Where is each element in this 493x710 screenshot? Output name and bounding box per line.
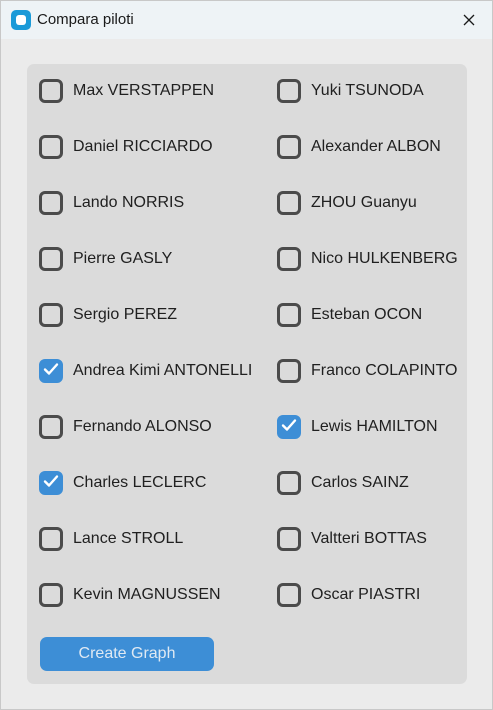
driver-checkbox[interactable] (39, 191, 63, 215)
driver-option[interactable]: Franco COLAPINTO (277, 356, 457, 386)
driver-checkbox[interactable] (277, 135, 301, 159)
driver-checkbox[interactable] (39, 79, 63, 103)
driver-label: ZHOU Guanyu (311, 194, 417, 211)
driver-label: Valtteri BOTTAS (311, 530, 427, 547)
driver-checkbox[interactable] (277, 303, 301, 327)
driver-label: Max VERSTAPPEN (73, 82, 215, 99)
checkmark-icon (43, 474, 59, 493)
driver-option[interactable]: Charles LECLERC (39, 468, 206, 498)
driver-checkbox[interactable] (39, 135, 63, 159)
driver-option[interactable]: Yuki TSUNODA (277, 76, 424, 106)
driver-checkbox[interactable] (39, 583, 63, 607)
driver-option[interactable]: Fernando ALONSO (39, 412, 212, 442)
driver-selection-panel: Max VERSTAPPEN Daniel RICCIARDO Lando NORR… (27, 64, 467, 684)
driver-checkbox[interactable] (39, 359, 63, 383)
driver-label: Alexander ALBON (311, 138, 441, 155)
driver-label: Carlos SAINZ (311, 474, 409, 491)
title-bar[interactable]: Compara piloti (1, 1, 492, 39)
driver-checkbox[interactable] (39, 247, 63, 271)
driver-option[interactable]: Alexander ALBON (277, 132, 441, 162)
app-icon (11, 10, 31, 30)
driver-option[interactable]: Kevin MAGNUSSEN (39, 580, 221, 610)
driver-label: Lando NORRIS (73, 194, 185, 211)
checkmark-icon (281, 418, 297, 437)
close-icon (463, 14, 475, 26)
driver-option[interactable]: Lewis HAMILTON (277, 412, 438, 442)
driver-option[interactable]: Valtteri BOTTAS (277, 524, 427, 554)
driver-label: Pierre GASLY (73, 250, 173, 267)
driver-label: Yuki TSUNODA (311, 82, 424, 99)
driver-label: Fernando ALONSO (73, 418, 212, 435)
driver-label: Nico HULKENBERG (311, 250, 458, 267)
driver-option[interactable]: Lance STROLL (39, 524, 183, 554)
driver-label: Daniel RICCIARDO (73, 138, 213, 155)
driver-label: Andrea Kimi ANTONELLI (73, 362, 253, 379)
driver-option[interactable]: Pierre GASLY (39, 244, 172, 274)
checkmark-icon (43, 362, 59, 381)
driver-label: Franco COLAPINTO (311, 362, 458, 379)
driver-checkbox[interactable] (39, 471, 63, 495)
driver-checkbox[interactable] (277, 527, 301, 551)
driver-option[interactable]: Max VERSTAPPEN (39, 76, 214, 106)
driver-option[interactable]: Oscar PIASTRI (277, 580, 420, 610)
driver-label: Sergio PEREZ (73, 306, 178, 323)
driver-checkbox[interactable] (277, 415, 301, 439)
driver-label: Lance STROLL (73, 530, 184, 547)
driver-checkbox[interactable] (277, 247, 301, 271)
driver-checkbox[interactable] (277, 79, 301, 103)
driver-option[interactable]: Carlos SAINZ (277, 468, 409, 498)
driver-option[interactable]: Andrea Kimi ANTONELLI (39, 356, 252, 386)
app-window: Compara piloti Max VERSTAPPEN Daniel RICC… (0, 0, 493, 710)
driver-checkbox[interactable] (39, 527, 63, 551)
driver-option[interactable]: Daniel RICCIARDO (39, 132, 213, 162)
driver-label: Oscar PIASTRI (311, 586, 421, 603)
driver-checkbox[interactable] (39, 415, 63, 439)
close-button[interactable] (446, 1, 492, 39)
driver-option[interactable]: Nico HULKENBERG (277, 244, 458, 274)
create-graph-button[interactable]: Create Graph (40, 637, 214, 671)
driver-checkbox[interactable] (277, 359, 301, 383)
driver-option[interactable]: Sergio PEREZ (39, 300, 177, 330)
driver-label: Lewis HAMILTON (311, 418, 438, 435)
window-title: Compara piloti (37, 11, 134, 28)
driver-option[interactable]: ZHOU Guanyu (277, 188, 417, 218)
driver-option[interactable]: Lando NORRIS (39, 188, 184, 218)
driver-checkbox[interactable] (277, 471, 301, 495)
driver-option[interactable]: Esteban OCON (277, 300, 422, 330)
driver-label: Kevin MAGNUSSEN (73, 586, 221, 603)
driver-checkbox[interactable] (277, 583, 301, 607)
driver-label: Charles LECLERC (73, 474, 207, 491)
driver-checkbox[interactable] (277, 191, 301, 215)
driver-label: Esteban OCON (311, 306, 423, 323)
driver-checkbox[interactable] (39, 303, 63, 327)
